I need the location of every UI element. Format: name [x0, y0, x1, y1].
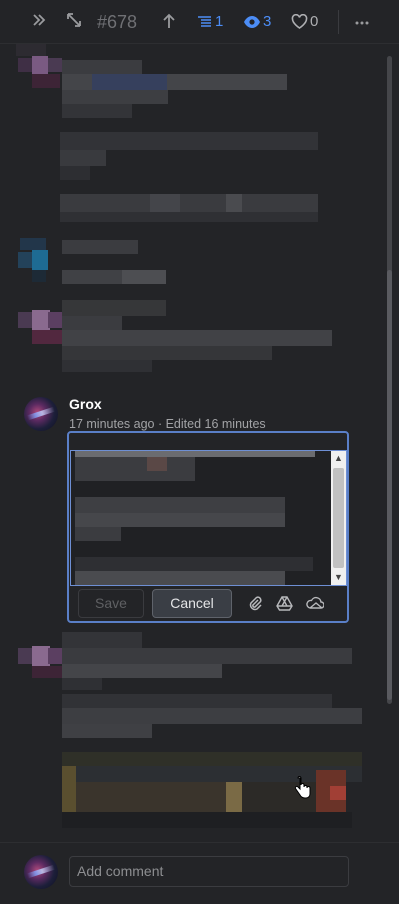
save-button[interactable]: Save: [78, 589, 144, 618]
double-chevron-right-icon[interactable]: [31, 12, 47, 32]
comment-editor: ▲ ▼ Save Cancel: [67, 431, 349, 623]
toolbar-divider: [338, 10, 339, 34]
sub-issues-icon: [198, 16, 211, 27]
like-button[interactable]: 0: [291, 12, 318, 32]
issue-toolbar: #678 1 3 0: [0, 0, 399, 44]
google-drive-icon[interactable]: [276, 595, 293, 616]
add-comment-input[interactable]: Add comment: [69, 856, 349, 887]
current-user-avatar[interactable]: [24, 855, 58, 889]
textarea-scrollbar[interactable]: ▲ ▼: [331, 451, 346, 585]
avatar[interactable]: [24, 397, 58, 431]
obscured-activity-4: [16, 298, 336, 378]
obscured-activity-3: [16, 236, 176, 292]
comment-author[interactable]: Grox: [69, 396, 102, 412]
scroll-up-icon[interactable]: ▲: [331, 451, 346, 466]
resize-icon[interactable]: [66, 12, 82, 32]
comment-edit-textarea[interactable]: ▲ ▼: [70, 450, 347, 586]
issue-id[interactable]: #678: [97, 12, 137, 32]
cancel-button[interactable]: Cancel: [152, 589, 232, 618]
more-icon[interactable]: [354, 12, 370, 32]
scroll-thumb[interactable]: [333, 468, 344, 568]
page-scrollbar-thumb[interactable]: [387, 270, 392, 700]
watchers-count: 3: [263, 13, 272, 30]
obscured-activity-1: [16, 44, 346, 134]
likes-count: 0: [310, 13, 319, 30]
onedrive-icon[interactable]: [306, 595, 325, 616]
eye-icon: [244, 16, 260, 28]
sub-issues-count: 1: [215, 13, 224, 30]
obscured-activity-2: [60, 132, 320, 222]
attachment-icon[interactable]: [247, 595, 263, 616]
arrow-up-icon[interactable]: [161, 12, 177, 32]
watchers-button[interactable]: 3: [243, 12, 271, 32]
sub-issues-button[interactable]: 1: [197, 12, 223, 32]
scroll-down-icon[interactable]: ▼: [331, 570, 346, 585]
hand-cursor-icon: [294, 776, 312, 805]
heart-icon: [291, 14, 308, 29]
